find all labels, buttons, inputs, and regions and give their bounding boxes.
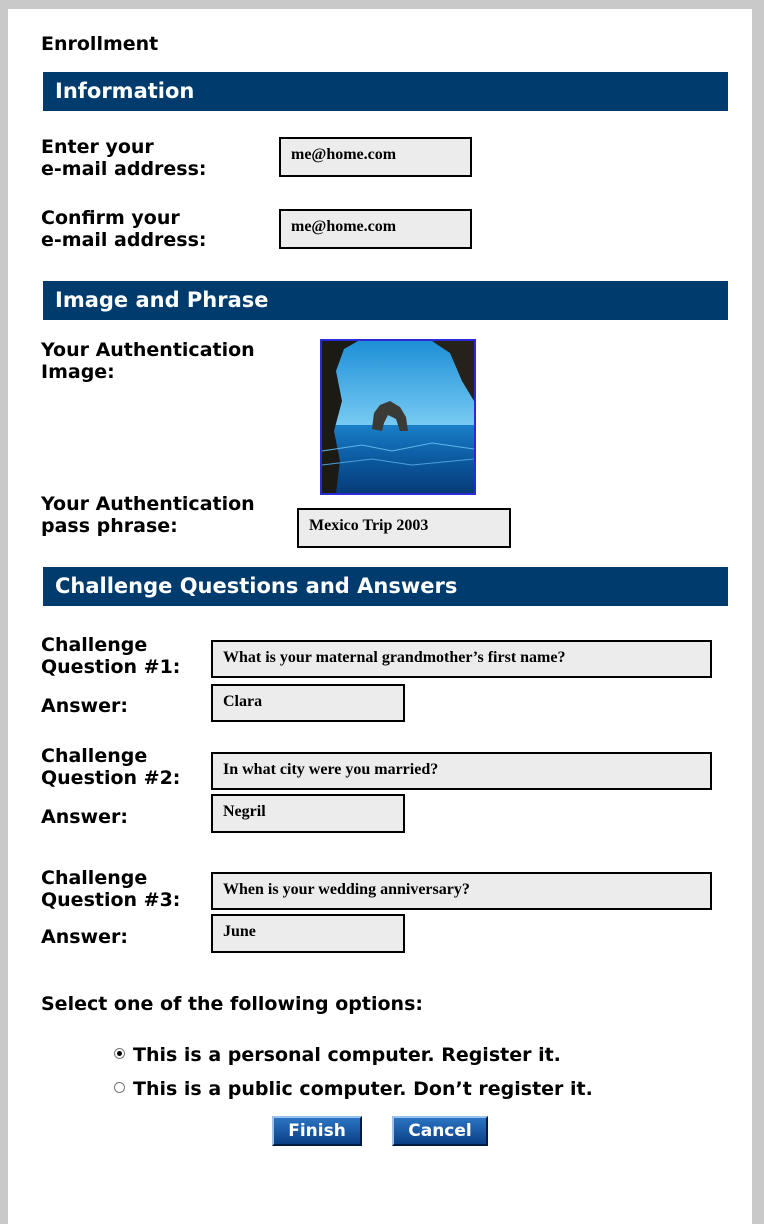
options-prompt: Select one of the following options:	[41, 993, 423, 1015]
option-personal-computer[interactable]: This is a personal computer. Register it…	[114, 1044, 561, 1066]
challenge-2-label-line1: Challenge	[41, 745, 148, 767]
challenge-3-label-line1: Challenge	[41, 867, 148, 889]
challenge-question-3-field[interactable]: When is your wedding anniversary?	[211, 872, 712, 910]
challenge-1-label-line1: Challenge	[41, 634, 148, 656]
pass-phrase-label: Your Authentication pass phrase:	[41, 493, 255, 537]
challenge-question-1-field[interactable]: What is your maternal grandmother’s firs…	[211, 640, 712, 678]
finish-button[interactable]: Finish	[272, 1116, 362, 1146]
authentication-image	[320, 339, 476, 495]
radio-unselected-icon[interactable]	[114, 1081, 125, 1093]
sea-arch-picture	[322, 341, 474, 493]
auth-image-label-line2: Image:	[41, 361, 115, 383]
pass-phrase-label-line2: pass phrase:	[41, 515, 178, 537]
email-field[interactable]: me@home.com	[279, 137, 472, 177]
auth-image-label: Your Authentication Image:	[41, 339, 255, 383]
pass-phrase-label-line1: Your Authentication	[41, 493, 255, 515]
challenge-1-label-line2: Question #1:	[41, 656, 181, 678]
answer-3-field[interactable]: June	[211, 914, 405, 953]
email-label-line2: e-mail address:	[41, 158, 207, 180]
radio-selected-icon[interactable]	[114, 1047, 125, 1059]
confirm-email-label-line2: e-mail address:	[41, 229, 207, 251]
pass-phrase-field[interactable]: Mexico Trip 2003	[297, 508, 511, 548]
confirm-email-field[interactable]: me@home.com	[279, 209, 472, 249]
section-header-information: Information	[43, 72, 728, 111]
auth-image-label-line1: Your Authentication	[41, 339, 255, 361]
section-header-image-phrase: Image and Phrase	[43, 281, 728, 320]
challenge-question-3-label: Challenge Question #3:	[41, 867, 180, 911]
answer-1-label: Answer:	[41, 695, 128, 717]
page-title: Enrollment	[41, 33, 159, 55]
answer-2-field[interactable]: Negril	[211, 794, 405, 833]
answer-2-label: Answer:	[41, 806, 128, 828]
answer-1-field[interactable]: Clara	[211, 684, 405, 722]
email-label-line1: Enter your	[41, 136, 154, 158]
confirm-email-label: Confirm your e-mail address:	[41, 207, 207, 251]
challenge-2-label-line2: Question #2:	[41, 767, 181, 789]
option-personal-label: This is a personal computer. Register it…	[133, 1044, 561, 1066]
challenge-question-1-label: Challenge Question #1:	[41, 634, 180, 678]
cancel-button[interactable]: Cancel	[392, 1116, 488, 1146]
challenge-3-label-line2: Question #3:	[41, 889, 181, 911]
enrollment-panel: Enrollment Information Enter your e-mail…	[8, 9, 752, 1224]
option-public-label: This is a public computer. Don’t registe…	[133, 1078, 593, 1100]
challenge-question-2-field[interactable]: In what city were you married?	[211, 752, 712, 790]
confirm-email-label-line1: Confirm your	[41, 207, 180, 229]
challenge-question-2-label: Challenge Question #2:	[41, 745, 180, 789]
email-label: Enter your e-mail address:	[41, 136, 207, 180]
answer-3-label: Answer:	[41, 926, 128, 948]
section-header-challenge: Challenge Questions and Answers	[43, 567, 728, 606]
option-public-computer[interactable]: This is a public computer. Don’t registe…	[114, 1078, 593, 1100]
